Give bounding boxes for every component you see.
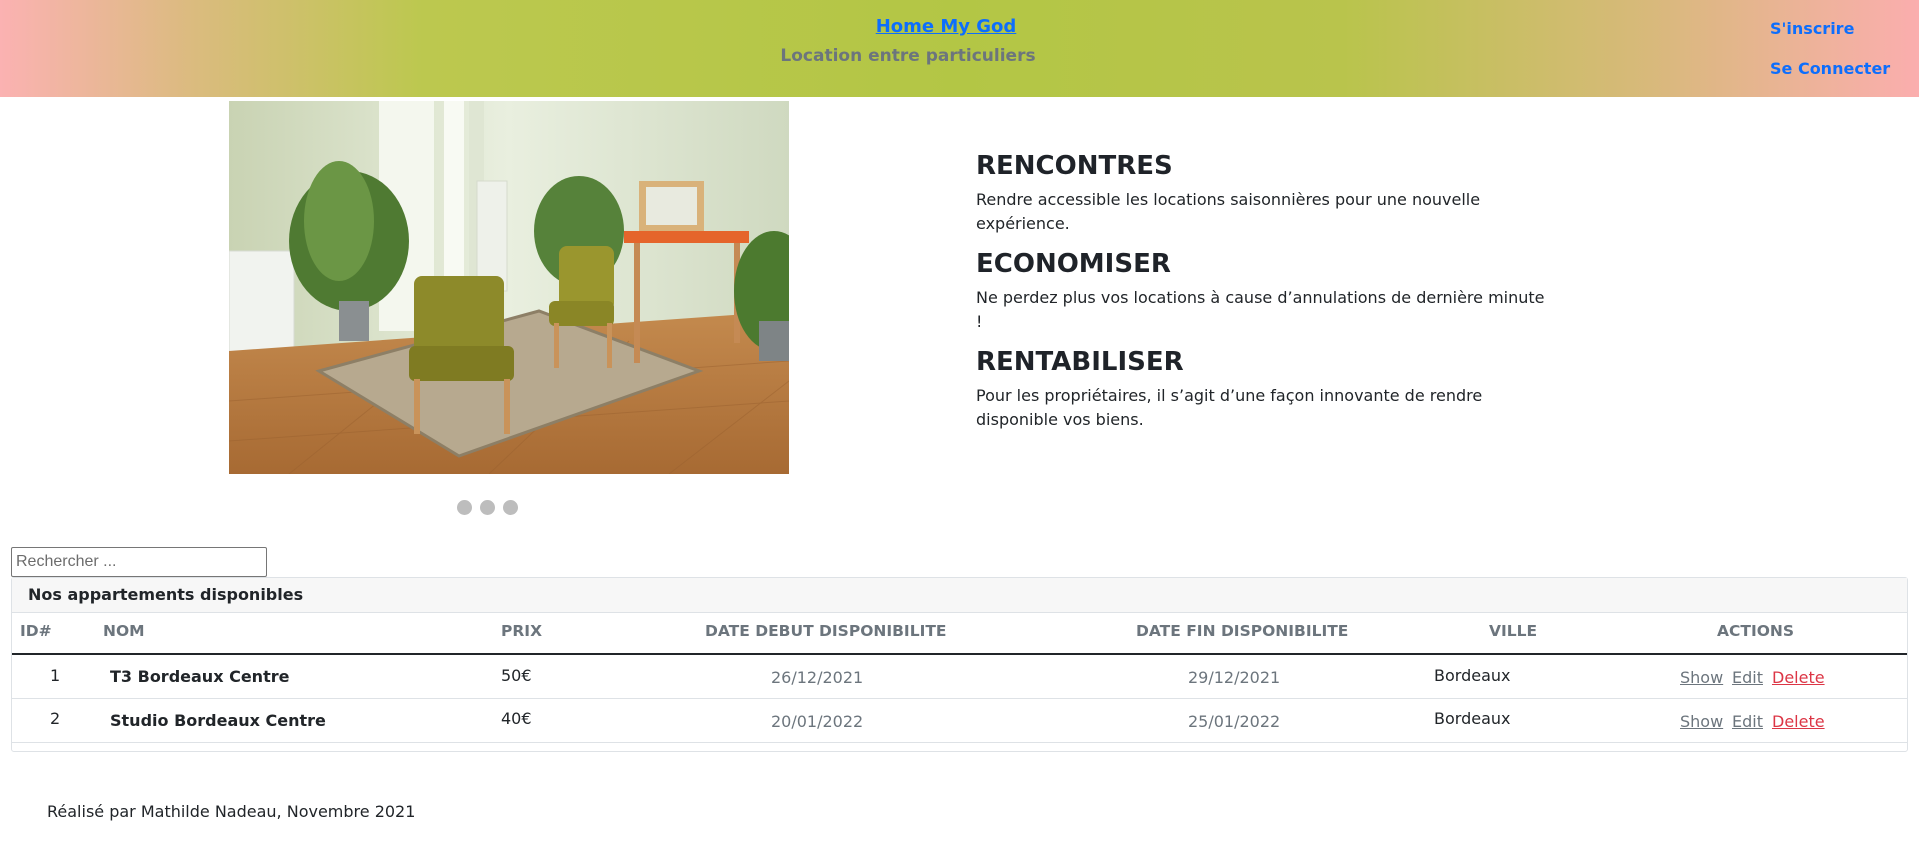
- row-1-show-link[interactable]: Show: [1680, 668, 1723, 687]
- row-1-end-date: 29/12/2021: [1188, 668, 1281, 687]
- row-1-city: Bordeaux: [1434, 666, 1511, 685]
- row-2-city: Bordeaux: [1434, 709, 1511, 728]
- row-1-name: T3 Bordeaux Centre: [110, 667, 290, 686]
- listings-table: ID# NOM PRIX DATE DEBUT DISPONIBILITE DA…: [12, 613, 1907, 743]
- site-header: Home My God Location entre particuliers …: [0, 0, 1919, 97]
- carousel-dot-2[interactable]: [480, 500, 495, 515]
- search-input[interactable]: [11, 547, 267, 577]
- row-2-id: 2: [50, 709, 61, 728]
- column-header-city: VILLE: [1489, 622, 1538, 640]
- row-2-edit-link[interactable]: Edit: [1732, 712, 1763, 731]
- site-title-link[interactable]: Home My God: [0, 16, 1892, 37]
- login-link[interactable]: Se Connecter: [1770, 59, 1890, 78]
- features-section: RENCONTRES Rendre accessible les locatio…: [976, 148, 1546, 442]
- row-2-end-date: 25/01/2022: [1188, 712, 1281, 731]
- row-2-name: Studio Bordeaux Centre: [110, 711, 326, 730]
- row-1-edit-link[interactable]: Edit: [1732, 668, 1763, 687]
- column-header-price: PRIX: [501, 622, 543, 640]
- row-2-show-link[interactable]: Show: [1680, 712, 1723, 731]
- feature-heading-rencontres: RENCONTRES: [976, 151, 1173, 181]
- row-1-id: 1: [50, 666, 61, 685]
- carousel-dot-1[interactable]: [457, 500, 472, 515]
- footer-credit: Réalisé par Mathilde Nadeau, Novembre 20…: [47, 802, 416, 821]
- feature-heading-rentabiliser: RENTABILISER: [976, 347, 1184, 377]
- row-divider: [12, 698, 1907, 699]
- row-2-delete-link[interactable]: Delete: [1772, 712, 1825, 731]
- column-header-start-date: DATE DEBUT DISPONIBILITE: [705, 622, 947, 640]
- listings-card: Nos appartements disponibles ID# NOM PRI…: [11, 577, 1908, 752]
- row-1-delete-link[interactable]: Delete: [1772, 668, 1825, 687]
- column-header-actions: ACTIONS: [1717, 622, 1795, 640]
- living-room-photo: [229, 101, 789, 474]
- signup-link[interactable]: S'inscrire: [1770, 19, 1854, 38]
- carousel-slide-image: [229, 101, 789, 474]
- table-header-divider: [12, 653, 1907, 655]
- site-subtitle: Location entre particuliers: [780, 46, 1036, 66]
- row-1-start-date: 26/12/2021: [771, 668, 864, 687]
- row-2-start-date: 20/01/2022: [771, 712, 864, 731]
- feature-text-rencontres: Rendre accessible les locations saisonni…: [976, 190, 1481, 233]
- feature-text-rentabiliser: Pour les propriétaires, il s’agit d’une …: [976, 386, 1483, 429]
- carousel-indicators: [457, 500, 518, 515]
- row-1-price: 50€: [501, 666, 532, 685]
- row-divider: [12, 742, 1907, 743]
- column-header-end-date: DATE FIN DISPONIBILITE: [1136, 622, 1349, 640]
- column-header-name: NOM: [103, 622, 145, 640]
- carousel-dot-3[interactable]: [503, 500, 518, 515]
- column-header-id: ID#: [20, 622, 52, 640]
- feature-heading-economiser: ECONOMISER: [976, 249, 1171, 279]
- feature-text-economiser: Ne perdez plus vos locations à cause d’a…: [976, 288, 1545, 331]
- listings-card-title: Nos appartements disponibles: [12, 578, 1907, 613]
- row-2-price: 40€: [501, 709, 532, 728]
